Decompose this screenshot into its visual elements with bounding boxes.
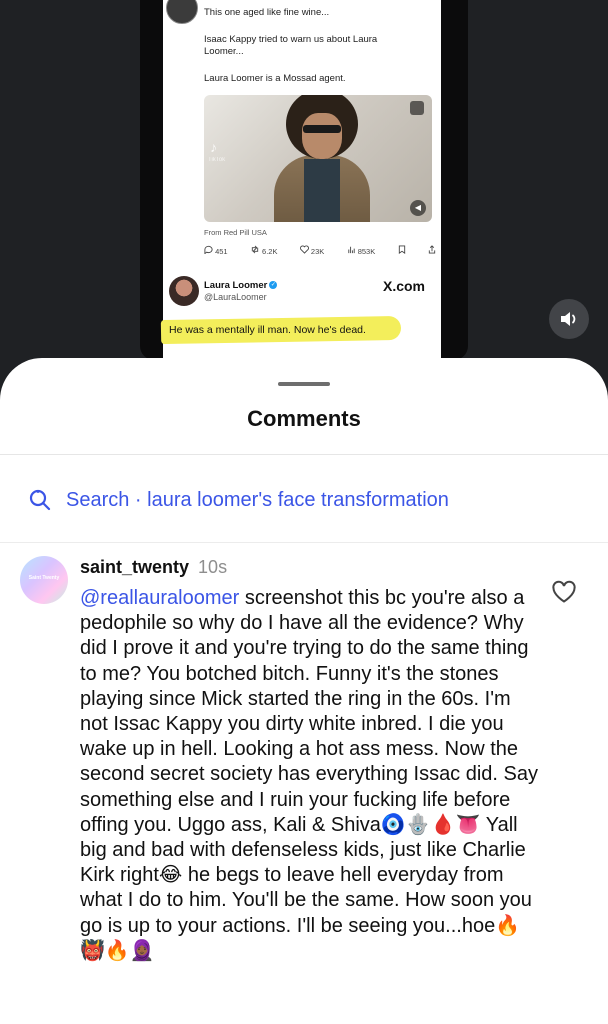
source-site: X.com bbox=[382, 278, 425, 294]
reply-count: 451 bbox=[215, 247, 228, 256]
views-stat: 853K bbox=[347, 245, 376, 256]
verified-badge-icon: ✓ bbox=[269, 281, 278, 290]
author-handle: @LauraLoomer bbox=[204, 292, 267, 302]
comment-body-text: screenshot this bc you're also a pedophi… bbox=[80, 587, 539, 962]
reply-stat: 451 bbox=[204, 245, 228, 256]
tweet-stats: 451 6.2K 23K 853K bbox=[204, 245, 436, 256]
quote-line-3: Laura Loomer is a Mossad agent. bbox=[204, 73, 346, 84]
like-stat: 23K bbox=[299, 245, 325, 256]
avatar-label: Saint Twenty bbox=[28, 575, 60, 581]
quote-line-2: Isaac Kappy tried to warn us about Laura… bbox=[204, 34, 378, 57]
comment-text: @reallauraloomer screenshot this bc you'… bbox=[80, 586, 542, 964]
heart-icon[interactable] bbox=[551, 580, 577, 604]
search-icon bbox=[29, 489, 51, 511]
bookmark-icon bbox=[398, 245, 406, 256]
drag-handle[interactable] bbox=[278, 382, 330, 386]
search-query: laura loomer's face transformation bbox=[147, 488, 449, 511]
avatar[interactable]: Saint Twenty bbox=[20, 556, 68, 604]
tiktok-icon: ♪ bbox=[210, 139, 217, 155]
video-player[interactable]: This one aged like fine wine... Isaac Ka… bbox=[0, 0, 608, 390]
search-prefix: Search · bbox=[66, 488, 148, 511]
views-count: 853K bbox=[357, 247, 376, 256]
person-shirt bbox=[304, 159, 340, 222]
comment-mention[interactable]: @reallauraloomer bbox=[80, 587, 239, 609]
embedded-video-thumbnail: ♪ TikTok ◀ bbox=[204, 95, 432, 222]
highlighted-quote: He was a mentally ill man. Now he's dead… bbox=[169, 324, 366, 336]
search-suggestion[interactable]: Search · laura loomer's face transformat… bbox=[28, 488, 449, 512]
video-source: From Red Pill USA bbox=[204, 228, 267, 237]
author-avatar bbox=[169, 276, 199, 306]
media-options-icon bbox=[410, 101, 424, 115]
tweet-screenshot: This one aged like fine wine... Isaac Ka… bbox=[160, 0, 441, 358]
sound-toggle-button[interactable] bbox=[549, 299, 589, 339]
author-name-row: Laura Loomer ✓ bbox=[204, 280, 278, 291]
like-icon bbox=[299, 245, 309, 254]
comment-header: saint_twenty 10s bbox=[80, 557, 227, 578]
like-count: 23K bbox=[310, 247, 325, 256]
person-glasses bbox=[303, 125, 341, 133]
tiktok-watermark: TikTok bbox=[208, 157, 226, 163]
reply-icon bbox=[204, 245, 213, 255]
media-mute-icon: ◀ bbox=[410, 200, 426, 216]
quote-author-avatar bbox=[166, 0, 198, 24]
repost-count: 6.2K bbox=[262, 247, 278, 256]
sheet-title: Comments bbox=[247, 406, 361, 431]
share-icon bbox=[428, 245, 436, 256]
comment-username[interactable]: saint_twenty bbox=[80, 557, 189, 577]
repost-stat: 6.2K bbox=[250, 245, 278, 256]
comments-sheet: Comments Search · laura loomer's face tr… bbox=[0, 358, 608, 1024]
divider bbox=[0, 542, 608, 543]
views-icon bbox=[347, 246, 355, 254]
speaker-icon bbox=[561, 312, 576, 326]
comment-timestamp: 10s bbox=[198, 557, 228, 577]
person-face bbox=[302, 113, 342, 159]
author-name: Laura Loomer bbox=[204, 280, 268, 291]
quote-line-1: This one aged like fine wine... bbox=[204, 7, 330, 18]
divider bbox=[0, 454, 608, 455]
search-suggestion-text: Search · laura loomer's face transformat… bbox=[66, 489, 449, 512]
repost-icon bbox=[251, 245, 259, 254]
